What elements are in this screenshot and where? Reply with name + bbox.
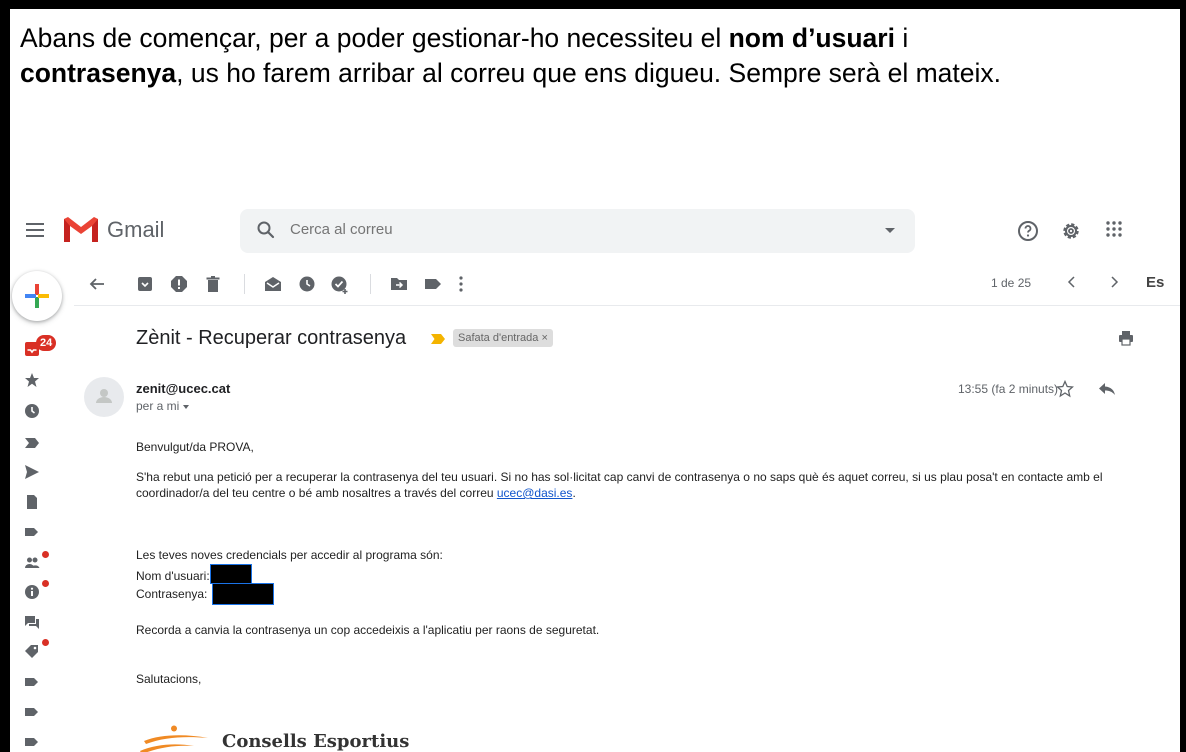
inbox-unread-badge: 24 (36, 335, 57, 351)
snoozed-clock-icon[interactable] (24, 403, 40, 419)
consells-esportius-logo: Consells Esportius (136, 725, 409, 752)
label-icon[interactable] (424, 275, 442, 293)
body-paragraph-text: S'ha rebut una petició per a recuperar l… (136, 470, 1103, 500)
social-people-icon[interactable] (24, 554, 40, 570)
newer-chevron-left-icon[interactable] (1066, 274, 1078, 290)
settings-gear-icon[interactable] (1059, 219, 1083, 243)
back-arrow-icon[interactable] (88, 275, 106, 293)
intro-paragraph: Abans de començar, per a poder gestionar… (20, 21, 1180, 91)
compose-button[interactable] (12, 271, 62, 321)
screenshot-frame: Abans de començar, per a poder gestionar… (0, 0, 1186, 752)
starred-icon[interactable] (24, 372, 40, 388)
reply-icon[interactable] (1098, 382, 1116, 396)
promotions-tag-icon[interactable] (24, 644, 40, 660)
compose-plus-icon (25, 284, 49, 308)
gmail-header: Gmail (10, 205, 1180, 257)
support-email-link[interactable]: ucec@dasi.es (497, 486, 573, 500)
remove-label-button[interactable]: × (541, 332, 547, 344)
label-icon[interactable] (24, 524, 40, 540)
move-to-folder-icon[interactable] (390, 275, 408, 293)
password-redacted (212, 583, 275, 605)
apps-grid-icon[interactable] (1104, 219, 1124, 239)
sent-icon[interactable] (24, 464, 40, 480)
intro-text-1: Abans de començar, per a poder gestionar… (20, 23, 729, 53)
message-timestamp: 13:55 (fa 2 minuts) (958, 382, 1059, 396)
recipients-text: per a mi (136, 399, 180, 413)
gmail-logo-text[interactable]: Gmail (107, 217, 164, 243)
toolbar-divider (370, 274, 371, 294)
search-options-icon[interactable] (885, 228, 895, 233)
reminder-text: Recorda a canvia la contrasenya un cop a… (136, 623, 600, 637)
intro-text-2: i (894, 23, 909, 53)
label-icon[interactable] (24, 674, 40, 690)
username-label: Nom d'usuari: (136, 569, 210, 583)
promotions-notification-dot (42, 639, 49, 646)
importance-marker-icon[interactable] (430, 333, 446, 345)
search-input[interactable] (290, 221, 850, 238)
recipients-dropdown-icon (183, 404, 190, 409)
consells-esportius-emblem-icon (140, 725, 208, 752)
more-options-icon[interactable] (458, 275, 464, 293)
intro-text-3: , us ho farem arribar al correu que ens … (176, 58, 1001, 88)
delete-trash-icon[interactable] (204, 275, 222, 293)
snooze-clock-icon[interactable] (298, 275, 316, 293)
report-spam-icon[interactable] (170, 275, 188, 293)
search-icon[interactable] (256, 220, 276, 240)
help-icon[interactable] (1016, 219, 1040, 243)
closing-text: Salutacions, (136, 672, 202, 686)
drafts-icon[interactable] (24, 494, 40, 510)
label-icon[interactable] (24, 704, 40, 720)
print-icon[interactable] (1118, 330, 1134, 346)
sender-avatar[interactable] (84, 377, 124, 417)
body-paragraph: S'ha rebut una petició per a recuperar l… (136, 469, 1146, 501)
social-notification-dot (42, 551, 49, 558)
intro-bold-username: nom d’usuari (728, 23, 895, 53)
important-icon[interactable] (24, 435, 40, 451)
sender-email[interactable]: zenit@ucec.cat (136, 381, 230, 396)
add-to-tasks-icon[interactable] (330, 275, 350, 295)
toolbar-divider (244, 274, 245, 294)
recipients-toggle[interactable]: per a mi (136, 399, 190, 413)
mark-unread-icon[interactable] (264, 275, 282, 293)
password-row: Contrasenya: (136, 583, 1146, 605)
credentials-intro-text: Les teves noves credencials per accedir … (136, 548, 443, 562)
body-paragraph-end: . (572, 486, 576, 500)
pagination-count: 1 de 25 (991, 276, 1032, 290)
intro-bold-password: contrasenya (20, 58, 177, 88)
inbox-label-chip[interactable]: Safata d'entrada × (453, 329, 553, 347)
logo-text: Consells Esportius (222, 731, 410, 752)
password-label: Contrasenya: (136, 587, 208, 601)
archive-icon[interactable] (136, 275, 154, 293)
forums-chat-icon[interactable] (24, 614, 40, 630)
default-avatar-icon (96, 389, 112, 403)
star-toggle-icon[interactable] (1056, 380, 1074, 398)
gmail-logo-icon[interactable] (62, 215, 100, 243)
updates-notification-dot (42, 580, 49, 587)
username-redacted (209, 564, 252, 584)
label-icon[interactable] (24, 734, 40, 750)
message-toolbar: 1 de 25 Es (74, 262, 1180, 306)
greeting-text: Benvulgut/da PROVA, (136, 440, 254, 454)
search-bar[interactable] (240, 209, 915, 253)
username-row: Nom d'usuari: (136, 564, 1146, 584)
updates-info-icon[interactable] (24, 584, 40, 600)
input-language-button[interactable]: Es (1146, 274, 1164, 291)
inbox-label-text: Safata d'entrada (458, 332, 539, 344)
older-chevron-right-icon[interactable] (1108, 274, 1120, 290)
message-subject: Zènit - Recuperar contrasenya (136, 327, 407, 349)
main-menu-icon[interactable] (26, 223, 44, 237)
